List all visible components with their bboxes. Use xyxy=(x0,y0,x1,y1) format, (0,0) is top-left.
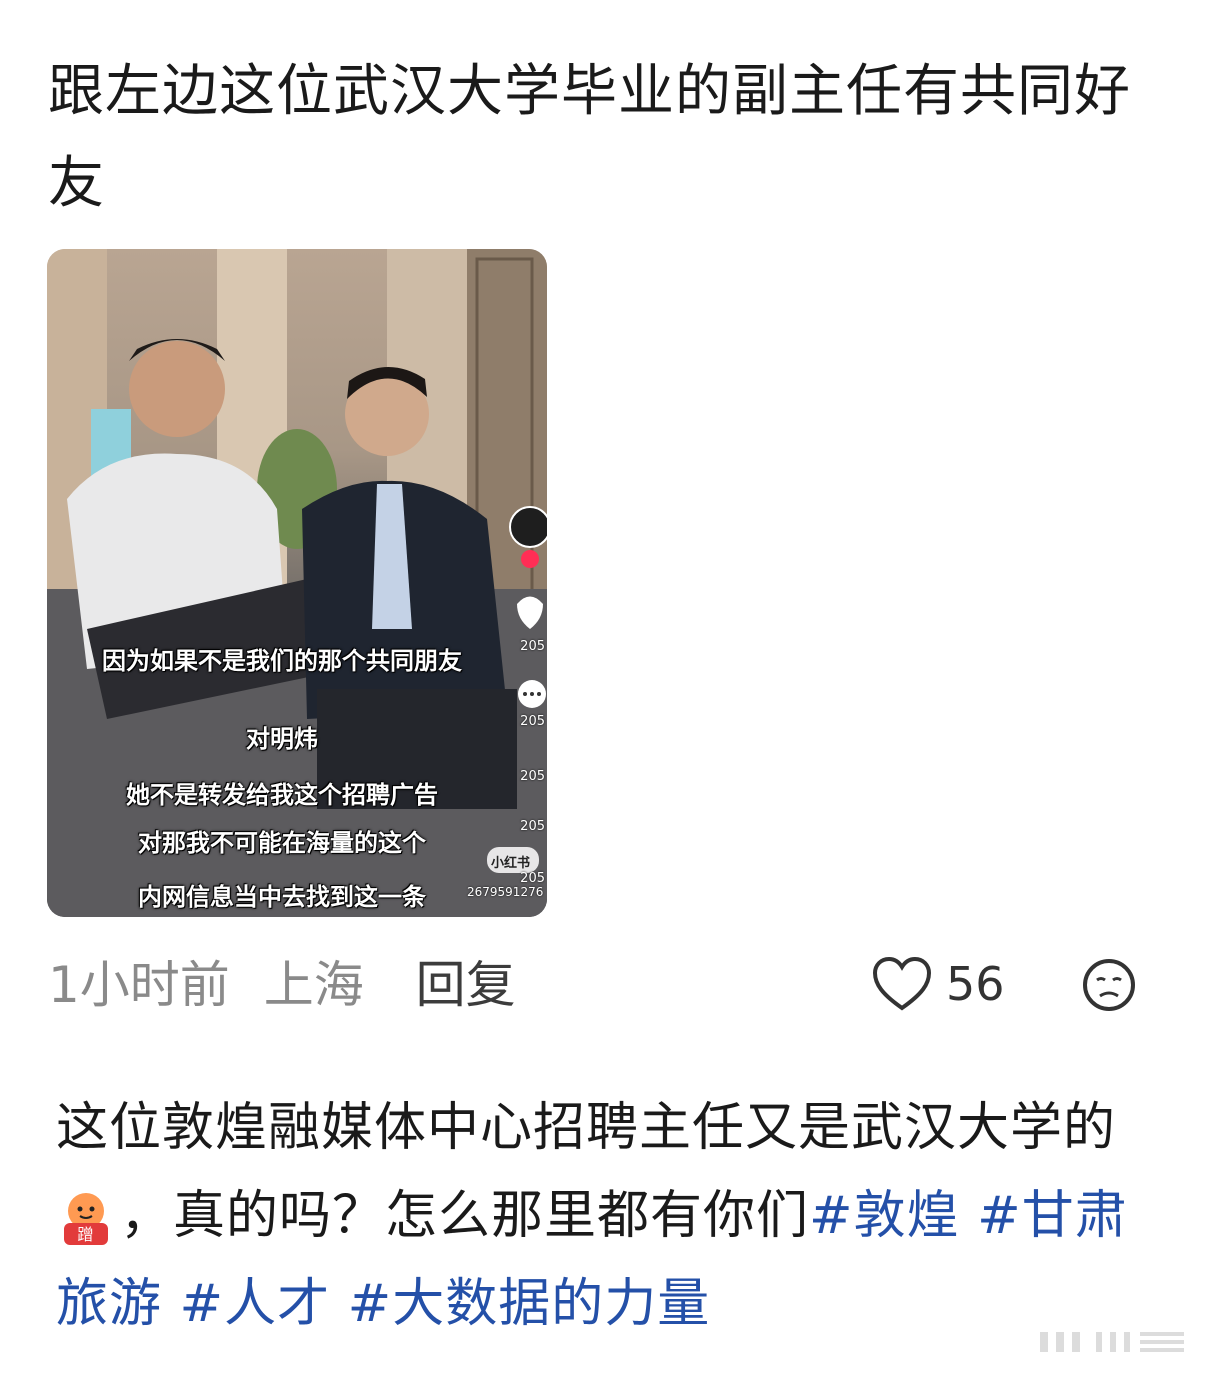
video-watermark-id: 2679591276 xyxy=(467,885,544,899)
reply-button[interactable]: 回复 xyxy=(416,956,516,1014)
video-collect-count: 205 xyxy=(520,769,545,784)
comment-meta: 1小时前 上海 回复 xyxy=(48,950,516,1020)
emoji-reaction-button[interactable] xyxy=(1082,958,1136,1016)
post-text-segment: ，真的吗？怎么那里都有你们 xyxy=(120,1186,810,1246)
hashtag-link[interactable]: #敦煌 xyxy=(809,1186,960,1246)
comment-text: 跟左边这位武汉大学毕业的副主任有共同好友 xyxy=(48,59,1131,216)
like-count: 56 xyxy=(946,957,1005,1011)
hashtag-link[interactable]: #人才 xyxy=(180,1274,331,1334)
post-text-line: 这位敦煌融媒体中心招聘主任又是武汉大学的 xyxy=(56,1098,1117,1158)
video-comment-count: 205 xyxy=(520,714,545,729)
like-button[interactable]: 56 xyxy=(872,952,1005,1016)
video-subtitle: 内网信息当中去找到这一条 xyxy=(138,883,426,911)
video-thumbnail[interactable]: 因为如果不是我们的那个共同朋友 对明炜 她不是转发给我这个招聘广告 对那我不可能… xyxy=(47,249,547,917)
video-subtitle: 她不是转发给我这个招聘广告 xyxy=(126,781,438,809)
video-subtitle: 对那我不可能在海量的这个 xyxy=(138,829,426,857)
sticker-emoji-icon: 蹭 xyxy=(64,1193,108,1245)
svg-text:蹭: 蹭 xyxy=(77,1225,94,1244)
hashtag-link[interactable]: #大数据的力量 xyxy=(348,1274,711,1334)
video-count: 205 xyxy=(520,871,545,886)
video-subtitle: 因为如果不是我们的那个共同朋友 xyxy=(102,647,462,675)
video-share-count: 205 xyxy=(520,819,545,834)
heart-icon xyxy=(872,956,932,1011)
video-like-count: 205 xyxy=(520,639,545,654)
post-body: 这位敦煌融媒体中心招聘主任又是武汉大学的 蹭 ，真的吗？怎么那里都有你们#敦煌 … xyxy=(56,1084,1166,1348)
sad-face-icon xyxy=(1083,959,1135,1011)
comment-location: 上海 xyxy=(263,956,364,1014)
watermark-icon xyxy=(1040,1332,1184,1352)
video-subtitle: 对明炜 xyxy=(246,725,318,753)
post-text-line: 蹭 ，真的吗？怎么那里都有你们#敦煌 #甘肃旅游 #人才 #大数据的力量 xyxy=(56,1172,1166,1348)
video-scene xyxy=(47,249,547,917)
comment-time: 1小时前 xyxy=(48,956,230,1014)
video-watermark-logo: 小红书 xyxy=(491,856,531,871)
